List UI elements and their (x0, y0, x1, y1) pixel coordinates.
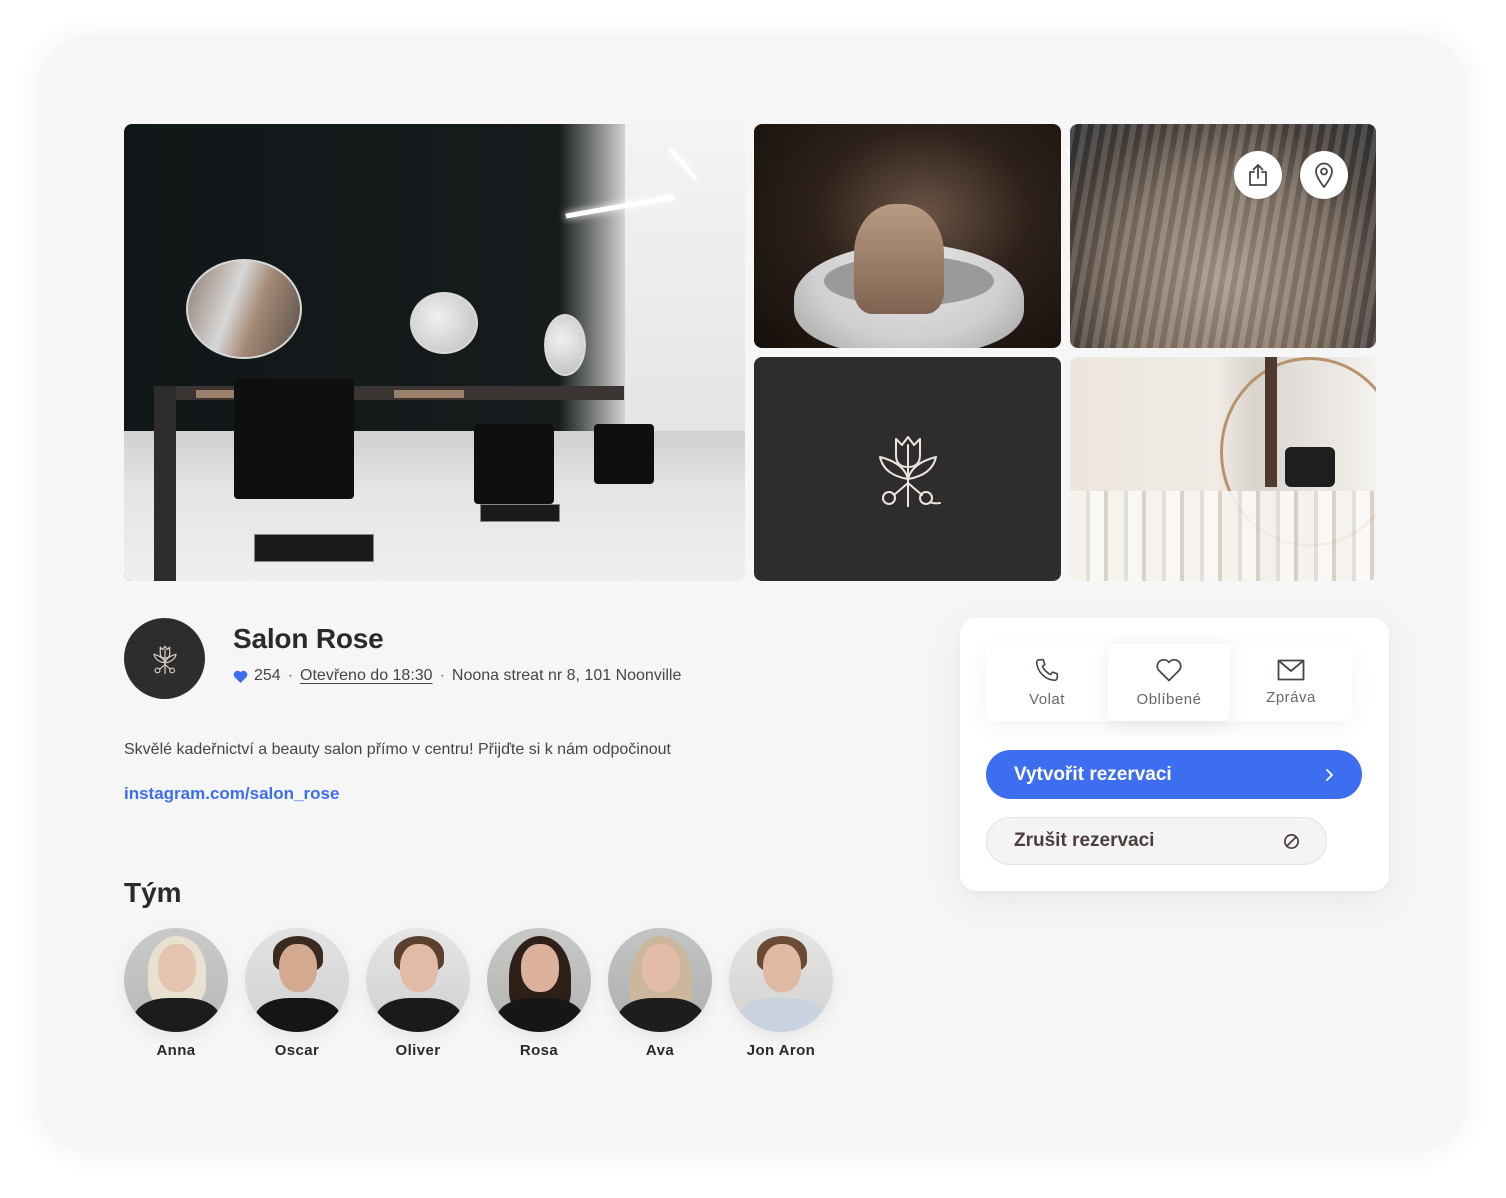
likes-count: 254 (254, 667, 281, 684)
team-member[interactable]: Anna (124, 928, 228, 1059)
member-name: Oscar (274, 1042, 320, 1059)
create-reservation-label: Vytvořit rezervaci (1014, 763, 1172, 785)
opening-hours-link[interactable]: Otevřeno do 18:30 (300, 667, 433, 685)
team-member[interactable]: Rosa (487, 928, 591, 1059)
block-icon (1284, 833, 1299, 849)
share-icon (1249, 164, 1267, 186)
business-name: Salon Rose (233, 623, 384, 654)
favorite-label: Oblíbené (1136, 691, 1202, 708)
team-member[interactable]: Oliver (366, 928, 470, 1059)
team-heading: Tým (124, 877, 182, 908)
products-photo[interactable] (1070, 357, 1376, 581)
member-avatar (245, 928, 349, 1032)
business-avatar (124, 618, 205, 699)
cancel-reservation-label: Zrušit rezervaci (1014, 830, 1155, 851)
member-name: Jon Aron (746, 1042, 816, 1059)
member-avatar (487, 928, 591, 1032)
share-button[interactable] (1234, 151, 1282, 199)
message-label: Zpráva (1266, 689, 1316, 706)
heart-icon (1156, 658, 1182, 682)
location-button[interactable] (1300, 151, 1348, 199)
member-avatar (366, 928, 470, 1032)
call-button[interactable]: Volat (986, 644, 1108, 721)
business-description: Skvělé kadeřnictví a beauty salon přímo … (124, 741, 671, 758)
logo-tile[interactable] (754, 357, 1061, 581)
team-list: Anna Oscar Oliver Rosa Ava Jon Aron (124, 928, 833, 1059)
call-label: Volat (1029, 691, 1065, 708)
heart-filled-icon (233, 670, 248, 683)
salon-rose-logo-icon (878, 436, 941, 507)
business-meta: 254 · Otevřeno do 18:30 · Noona streat n… (233, 667, 681, 685)
team-member[interactable]: Ava (608, 928, 712, 1059)
hair-washing-photo[interactable] (754, 124, 1061, 348)
salon-interior-photo[interactable] (124, 124, 745, 581)
separator: · (439, 667, 445, 684)
chevron-right-icon (1326, 768, 1333, 781)
booking-card: Volat Oblíbené Zpráva Vytvořit rezervaci… (960, 618, 1389, 891)
member-name: Rosa (519, 1042, 559, 1059)
member-name: Oliver (395, 1042, 441, 1059)
member-name: Anna (156, 1042, 196, 1059)
salon-rose-logo-icon (152, 645, 177, 674)
member-avatar (729, 928, 833, 1032)
member-name: Ava (645, 1042, 675, 1059)
favorite-button[interactable]: Oblíbené (1108, 644, 1230, 721)
map-pin-icon (1315, 162, 1333, 188)
cancel-reservation-button[interactable]: Zrušit rezervaci (986, 817, 1327, 865)
team-member[interactable]: Jon Aron (729, 928, 833, 1059)
address: Noona streat nr 8, 101 Noonville (451, 667, 682, 684)
separator: · (287, 667, 294, 684)
team-member[interactable]: Oscar (245, 928, 349, 1059)
create-reservation-button[interactable]: Vytvořit rezervaci (986, 750, 1362, 799)
mail-icon (1277, 659, 1305, 681)
instagram-link[interactable]: instagram.com/salon_rose (124, 784, 339, 804)
message-button[interactable]: Zpráva (1230, 644, 1352, 721)
member-avatar (608, 928, 712, 1032)
phone-icon (1035, 658, 1059, 682)
member-avatar (124, 928, 228, 1032)
quick-actions: Volat Oblíbené Zpráva (986, 644, 1352, 721)
